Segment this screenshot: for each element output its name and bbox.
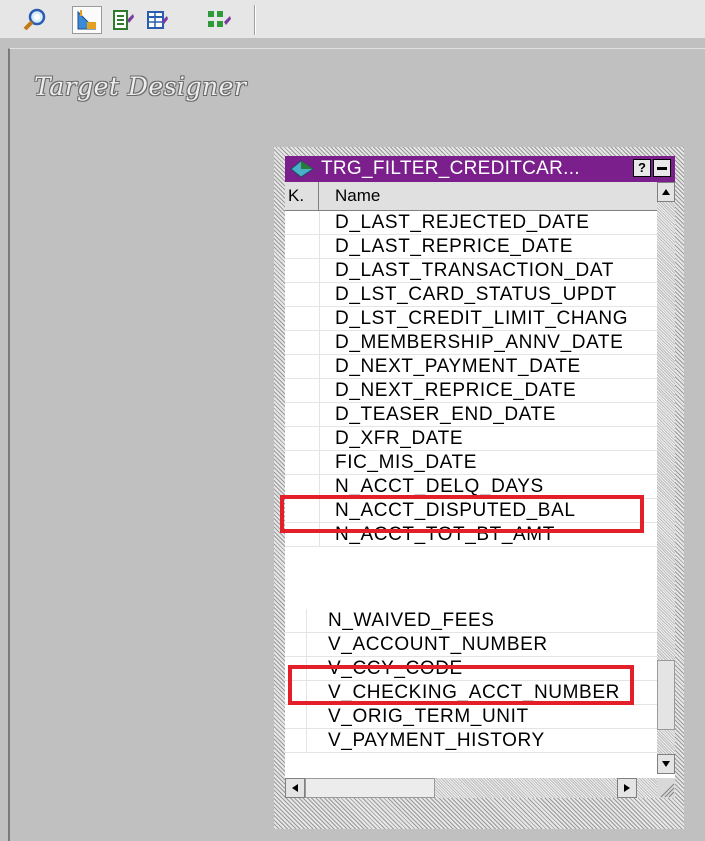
up-arrow-icon <box>662 189 670 195</box>
key-column-header[interactable]: K. <box>285 182 319 210</box>
table-row[interactable]: D_LAST_TRANSACTION_DAT <box>285 259 657 283</box>
table-row[interactable]: D_XFR_DATE <box>285 427 657 451</box>
column-name-cell[interactable]: D_LAST_REJECTED_DATE <box>319 211 657 234</box>
table-row[interactable]: V_PAYMENT_HISTORY <box>285 729 657 753</box>
column-name-cell[interactable]: D_LAST_TRANSACTION_DAT <box>319 259 657 282</box>
key-cell[interactable] <box>285 403 319 426</box>
table-button[interactable] <box>142 6 172 34</box>
key-cell[interactable] <box>285 379 319 402</box>
key-cell[interactable] <box>285 331 319 354</box>
right-arrow-icon <box>624 784 630 792</box>
toolbar <box>0 0 705 38</box>
key-cell[interactable] <box>285 259 319 282</box>
left-arrow-icon <box>292 784 298 792</box>
highlight-box-v-ccy-code <box>288 665 634 705</box>
key-cell[interactable] <box>285 705 306 728</box>
key-cell[interactable] <box>285 307 319 330</box>
table-icon <box>147 11 168 29</box>
scroll-up-button[interactable] <box>657 182 675 202</box>
find-button[interactable] <box>20 6 50 34</box>
column-name-cell[interactable]: D_XFR_DATE <box>319 427 657 450</box>
key-cell[interactable] <box>285 427 319 450</box>
column-name-cell[interactable]: D_NEXT_REPRICE_DATE <box>319 379 657 402</box>
target-table-icon <box>290 160 314 178</box>
table-row[interactable]: D_TEASER_END_DATE <box>285 403 657 427</box>
scroll-left-button[interactable] <box>285 778 305 798</box>
target-designer-button[interactable] <box>72 6 102 34</box>
link-icon <box>208 11 231 27</box>
table-window[interactable]: TRG_FILTER_CREDITCAR... ? K. Name D_LAST… <box>274 147 684 829</box>
vertical-scroll-thumb[interactable] <box>657 660 675 730</box>
key-cell[interactable] <box>285 235 319 258</box>
table-row[interactable]: D_LST_CARD_STATUS_UPDT <box>285 283 657 307</box>
down-arrow-icon <box>662 761 670 767</box>
column-name-cell[interactable]: FIC_MIS_DATE <box>319 451 657 474</box>
key-cell[interactable] <box>285 355 319 378</box>
mapplet-button[interactable] <box>204 6 234 34</box>
toolbar-separator <box>254 5 256 35</box>
column-name-cell[interactable]: D_NEXT_PAYMENT_DATE <box>319 355 657 378</box>
workspace-title: Target Designer <box>34 72 247 101</box>
edit-icon <box>113 10 134 30</box>
scroll-right-button[interactable] <box>617 778 637 798</box>
table-row[interactable]: V_ACCOUNT_NUMBER <box>285 633 657 657</box>
column-name-cell[interactable]: N_WAIVED_FEES <box>306 609 657 632</box>
horizontal-scroll-thumb[interactable] <box>305 778 435 798</box>
key-cell[interactable] <box>285 609 306 632</box>
column-name-cell[interactable]: V_ORIG_TERM_UNIT <box>306 705 657 728</box>
table-row[interactable]: N_WAIVED_FEES <box>285 609 657 633</box>
target-designer-icon <box>77 10 97 30</box>
find-icon <box>23 8 46 31</box>
horizontal-scrollbar[interactable] <box>285 778 657 798</box>
key-cell[interactable] <box>285 283 319 306</box>
column-name-cell[interactable]: D_TEASER_END_DATE <box>319 403 657 426</box>
column-name-cell[interactable]: D_LST_CREDIT_LIMIT_CHANG <box>319 307 657 330</box>
key-cell[interactable] <box>285 211 319 234</box>
column-grid: K. Name D_LAST_REJECTED_DATE D_LAST_REPRI… <box>285 182 675 798</box>
vertical-scrollbar[interactable] <box>657 182 675 774</box>
table-row[interactable]: D_LST_CREDIT_LIMIT_CHANG <box>285 307 657 331</box>
table-row[interactable]: V_ORIG_TERM_UNIT <box>285 705 657 729</box>
table-row[interactable]: D_LAST_REPRICE_DATE <box>285 235 657 259</box>
table-title: TRG_FILTER_CREDITCAR... <box>321 158 580 179</box>
edit-button[interactable] <box>108 6 138 34</box>
table-row[interactable]: D_NEXT_REPRICE_DATE <box>285 379 657 403</box>
help-button[interactable]: ? <box>633 159 651 177</box>
grid-header: K. Name <box>285 182 657 211</box>
table-row[interactable]: FIC_MIS_DATE <box>285 451 657 475</box>
key-cell[interactable] <box>285 451 319 474</box>
key-cell[interactable] <box>285 633 306 656</box>
table-row[interactable]: D_LAST_REJECTED_DATE <box>285 211 657 235</box>
key-cell[interactable] <box>285 729 306 752</box>
scroll-down-button[interactable] <box>657 754 675 774</box>
resize-grip-icon[interactable] <box>657 778 675 798</box>
name-column-header[interactable]: Name <box>319 182 657 210</box>
table-row[interactable]: D_MEMBERSHIP_ANNV_DATE <box>285 331 657 355</box>
highlight-box-fic-mis-date <box>280 495 644 533</box>
column-name-cell[interactable]: V_ACCOUNT_NUMBER <box>306 633 657 656</box>
column-name-cell[interactable]: V_PAYMENT_HISTORY <box>306 729 657 752</box>
column-name-cell[interactable]: D_LST_CARD_STATUS_UPDT <box>319 283 657 306</box>
column-name-cell[interactable]: D_MEMBERSHIP_ANNV_DATE <box>319 331 657 354</box>
table-row[interactable]: D_NEXT_PAYMENT_DATE <box>285 355 657 379</box>
minimize-button[interactable] <box>653 159 671 177</box>
column-name-cell[interactable]: D_LAST_REPRICE_DATE <box>319 235 657 258</box>
table-titlebar[interactable]: TRG_FILTER_CREDITCAR... ? <box>285 156 675 182</box>
